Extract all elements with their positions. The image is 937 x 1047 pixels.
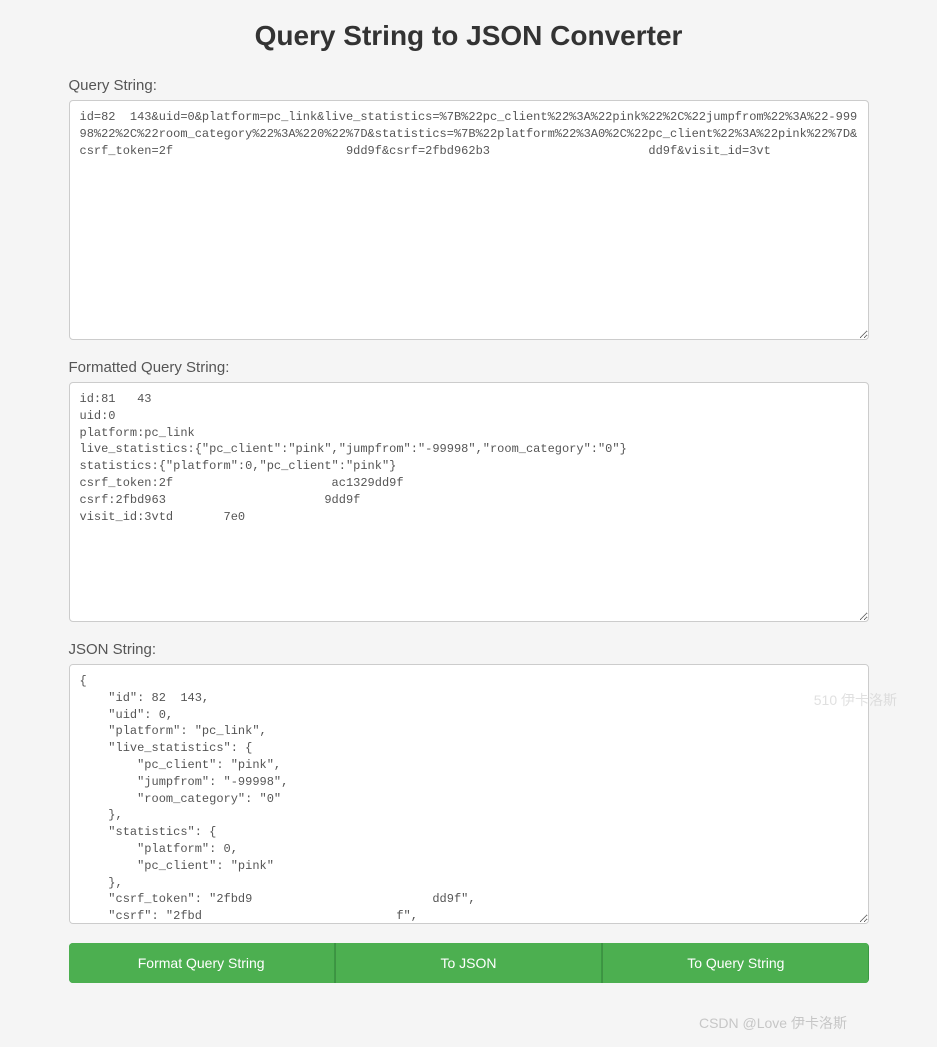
query-string-label: Query String: (69, 77, 869, 94)
main-container: Query String to JSON Converter Query Str… (69, 20, 869, 983)
json-string-output[interactable] (69, 664, 869, 924)
button-row: Format Query String To JSON To Query Str… (69, 943, 869, 983)
formatted-query-string-output[interactable] (69, 382, 869, 622)
query-string-input[interactable] (69, 100, 869, 340)
formatted-query-string-label: Formatted Query String: (69, 359, 869, 376)
watermark-bottom: CSDN @Love 伊卡洛斯 (699, 1013, 847, 1033)
json-string-label: JSON String: (69, 641, 869, 658)
format-query-string-button[interactable]: Format Query String (69, 943, 334, 983)
page-title: Query String to JSON Converter (69, 20, 869, 52)
to-json-button[interactable]: To JSON (335, 943, 601, 983)
to-query-string-button[interactable]: To Query String (602, 943, 868, 983)
